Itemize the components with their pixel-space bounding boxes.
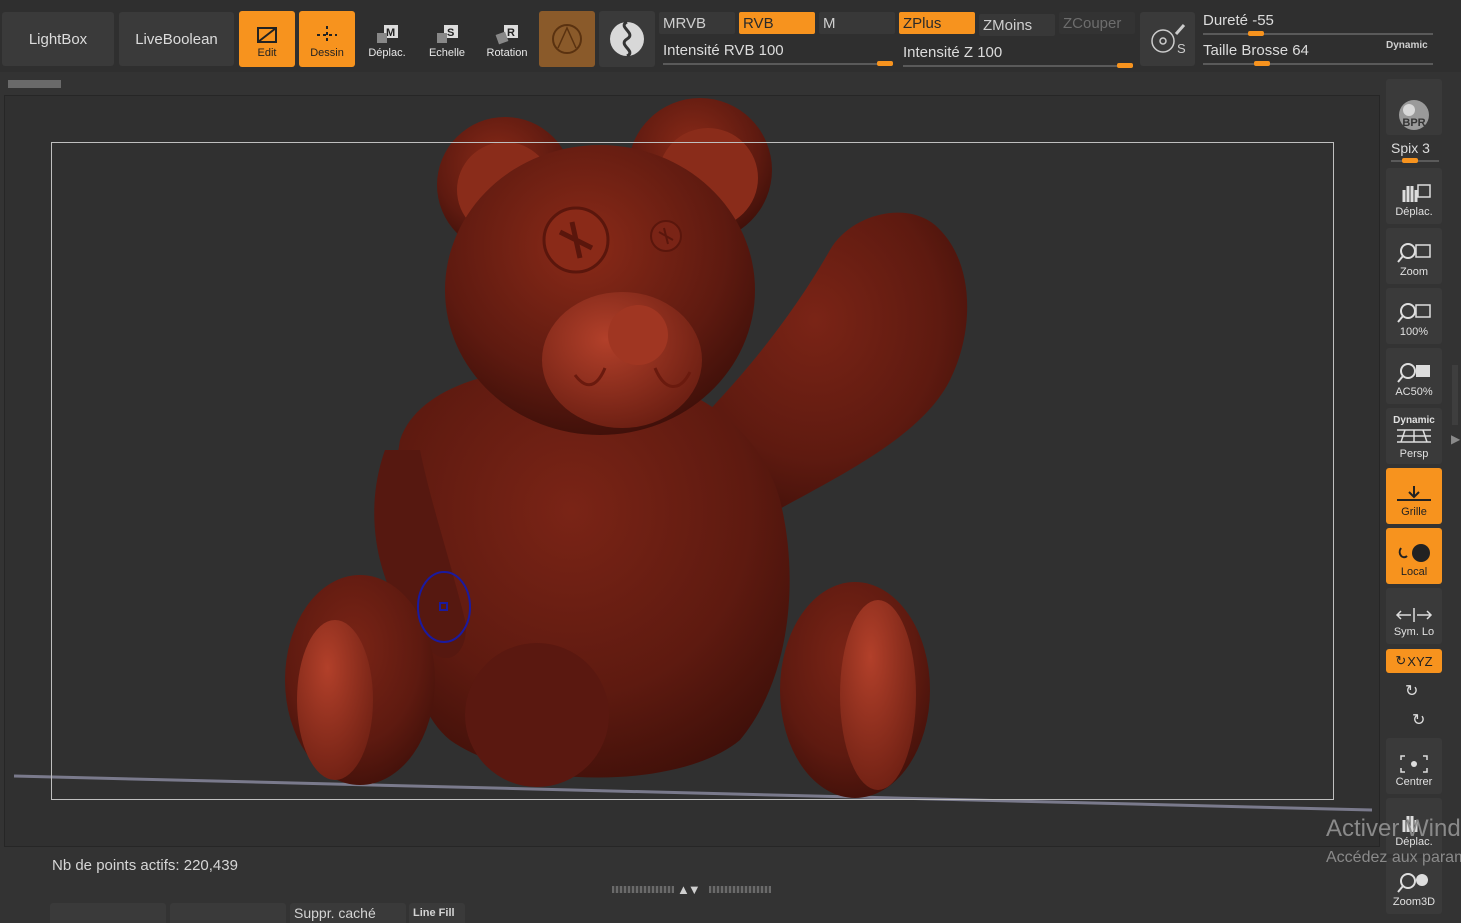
move-view-button[interactable]: Déplac. [1386,168,1442,224]
zoom-label: Zoom [1399,266,1429,278]
activation-watermark-title: Activer Windows [1326,815,1461,842]
center-label: Centrer [1395,776,1433,788]
zoom3d-icon [1397,873,1428,893]
rotate-y-icon[interactable]: ↻ [1405,681,1418,701]
bpr-label: BPR [1402,117,1426,129]
symmetry-arrows-icon [1395,608,1433,622]
edit-frame [51,142,1334,800]
delete-hidden-button[interactable]: Suppr. caché [290,903,406,923]
center-frame-icon [1400,755,1428,773]
floor-grid-icon [1397,486,1431,501]
rotate-xyz-button[interactable]: ↻ XYZ [1386,649,1442,673]
actual-size-button[interactable]: 100% [1386,288,1442,344]
perspective-button[interactable]: Dynamic Persp [1386,408,1442,464]
local-icon [1398,544,1430,562]
floor-label: Grille [1401,506,1427,518]
active-points-status: Nb de points actifs: 220,439 [52,857,238,874]
activation-watermark-subtitle: Accédez aux paramètres [1326,849,1461,866]
persp-dynamic-label: Dynamic [1393,415,1435,426]
tray-toggle-icon[interactable]: ▲▼ [677,882,701,897]
zoom-icon [1397,243,1431,263]
spix-value: 3 [1422,140,1430,156]
bpr-button[interactable]: BPR [1386,79,1442,135]
local-label: Local [1400,566,1428,578]
sym-label: Sym. Lo [1393,626,1435,638]
ac50-button[interactable]: AC50% [1386,348,1442,404]
local-symmetry-button[interactable]: Sym. Lo [1386,588,1442,644]
ac50-icon [1397,363,1430,383]
spix-label: Spix [1391,140,1419,156]
bottom-tray-handle-left[interactable] [612,886,674,893]
floor-button[interactable]: Grille [1386,468,1442,524]
bottom-button-2[interactable] [170,903,286,923]
zoom3d-label: Zoom3D [1392,896,1436,908]
right-tray-scrollbar[interactable] [1452,365,1458,425]
rotate-z-icon[interactable]: ↻ [1412,710,1425,730]
spix-knob[interactable] [1402,158,1418,163]
actual-size-icon [1397,303,1431,323]
local-button[interactable]: Local [1386,528,1442,584]
expand-right-tray-icon[interactable]: ▶ [1451,432,1460,446]
center-button[interactable]: Centrer [1386,738,1442,794]
line-fill-button[interactable]: Line Fill [409,903,465,923]
rotate-xyz-icon: ↻ [1395,653,1407,668]
bottom-button-1[interactable] [50,903,166,923]
ac50-label: AC50% [1395,386,1433,398]
persp-label: Persp [1399,448,1429,460]
actual-size-label: 100% [1399,326,1429,338]
rotate-xyz-label: XYZ [1407,653,1433,669]
move-view-label: Déplac. [1395,206,1433,218]
hand-move-icon [1402,184,1431,202]
spix-slider[interactable]: Spix 3 [1391,140,1430,156]
bottom-tray-handle-right[interactable] [709,886,771,893]
zoom-button[interactable]: Zoom [1386,228,1442,284]
perspective-grid-icon [1397,429,1431,443]
